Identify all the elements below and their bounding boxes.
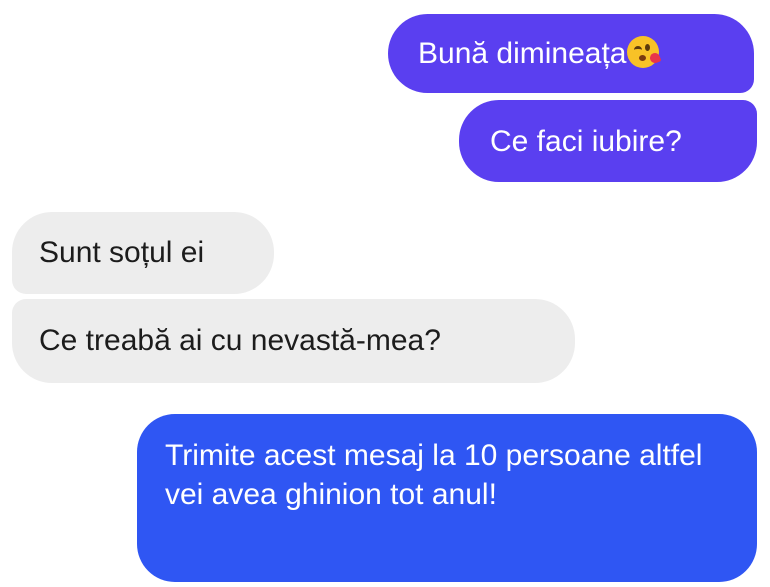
sent-message-bubble[interactable]: Bună dimineața bbox=[388, 14, 754, 93]
chat-conversation: Bună dimineața Ce faci iubire? Sunt soțu… bbox=[0, 0, 770, 587]
message-text: Bună dimineața bbox=[418, 37, 627, 70]
sent-message-bubble[interactable]: Trimite acest mesaj la 10 persoane altfe… bbox=[137, 414, 757, 582]
message-text: Sunt soțul ei bbox=[39, 236, 205, 269]
message-text: Trimite acest mesaj la 10 persoane altfe… bbox=[165, 439, 703, 511]
sent-message-bubble[interactable]: Ce faci iubire? bbox=[459, 100, 757, 182]
received-message-bubble[interactable]: Sunt soțul ei bbox=[12, 212, 274, 294]
face-blowing-a-kiss-icon bbox=[627, 36, 662, 68]
received-message-bubble[interactable]: Ce treabă ai cu nevastă-mea? bbox=[12, 299, 575, 383]
message-text: Ce treabă ai cu nevastă-mea? bbox=[39, 324, 441, 357]
message-text: Ce faci iubire? bbox=[490, 125, 682, 158]
